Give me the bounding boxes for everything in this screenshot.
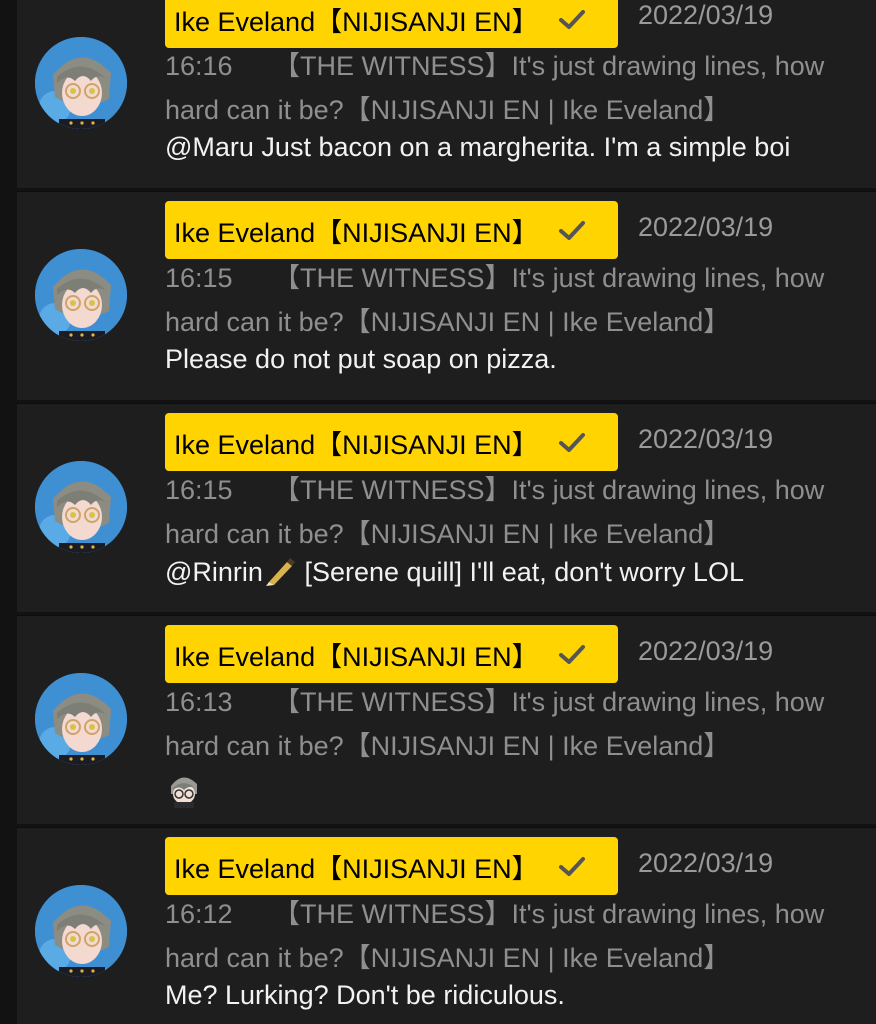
message-text: Please do not put soap on pizza. (165, 344, 557, 374)
message-text: Me? Lurking? Don't be ridiculous. (165, 980, 565, 1010)
avatar[interactable] (35, 885, 127, 977)
message-text: @Maru Just bacon on a margherita. I'm a … (165, 132, 791, 162)
avatar[interactable] (35, 673, 127, 765)
message-time: 16:16 (165, 51, 233, 81)
avatar-portrait-icon (35, 673, 127, 765)
author-badge[interactable]: Ike Eveland【NIJISANJI EN】 (165, 413, 618, 471)
author-badge[interactable]: Ike Eveland【NIJISANJI EN】 (165, 837, 618, 895)
check-icon (558, 221, 585, 240)
author-name: Ike Eveland【NIJISANJI EN】 (174, 6, 539, 37)
avatar-portrait-icon (35, 37, 127, 129)
avatar[interactable] (35, 249, 127, 341)
message-time: 16:15 (165, 263, 233, 293)
check-icon (558, 10, 585, 29)
avatar-portrait-icon (35, 461, 127, 553)
sticker-message (165, 770, 203, 815)
avatar-portrait-icon (35, 249, 127, 341)
check-icon (558, 857, 585, 876)
stream-meta[interactable]: 16:15 【THE WITNESS】It's just drawing line… (165, 256, 824, 295)
author-name: Ike Eveland【NIJISANJI EN】 (174, 217, 539, 248)
author-badge[interactable]: Ike Eveland【NIJISANJI EN】 (165, 0, 618, 48)
stream-meta[interactable]: 16:12 【THE WITNESS】It's just drawing line… (165, 892, 824, 931)
message-time: 16:13 (165, 687, 233, 717)
mention-text: @Rinrin (165, 557, 263, 587)
avatar[interactable] (35, 461, 127, 553)
fountain-pen-icon (265, 558, 295, 586)
stream-title-line-1: 【THE WITNESS】It's just drawing lines, ho… (273, 263, 825, 293)
author-name: Ike Eveland【NIJISANJI EN】 (174, 641, 539, 672)
message-date: 2022/03/19 (638, 636, 774, 666)
stream-meta[interactable]: 16:15 【THE WITNESS】It's just drawing line… (165, 468, 824, 507)
stream-title-line-1: 【THE WITNESS】It's just drawing lines, ho… (273, 51, 825, 81)
message-card[interactable]: Ike Eveland【NIJISANJI EN】 2022/03/19 16:… (17, 192, 876, 400)
check-icon (558, 645, 585, 664)
stream-title-line-2[interactable]: hard can it be?【NIJISANJI EN | Ike Evela… (165, 300, 730, 339)
avatar-portrait-icon (35, 885, 127, 977)
stream-title-line-1: 【THE WITNESS】It's just drawing lines, ho… (273, 899, 825, 929)
message-card[interactable]: Ike Eveland【NIJISANJI EN】 2022/03/19 16:… (17, 0, 876, 188)
message-time: 16:15 (165, 475, 233, 505)
message-time: 16:12 (165, 899, 233, 929)
ike-emote-sticker-icon (171, 777, 197, 808)
stream-title-line-2[interactable]: hard can it be?【NIJISANJI EN | Ike Evela… (165, 936, 730, 975)
stream-meta[interactable]: 16:16 【THE WITNESS】It's just drawing line… (165, 44, 824, 83)
message-remainder: [Serene quill] I'll eat, don't worry LOL (296, 557, 744, 587)
message-card[interactable]: Ike Eveland【NIJISANJI EN】 2022/03/19 16:… (17, 404, 876, 612)
stream-title-line-2[interactable]: hard can it be?【NIJISANJI EN | Ike Evela… (165, 512, 730, 551)
author-name: Ike Eveland【NIJISANJI EN】 (174, 853, 539, 884)
stream-title-line-2[interactable]: hard can it be?【NIJISANJI EN | Ike Evela… (165, 88, 730, 127)
message-date: 2022/03/19 (638, 424, 774, 454)
message-date: 2022/03/19 (638, 848, 774, 878)
message-date: 2022/03/19 (638, 212, 774, 242)
avatar[interactable] (35, 37, 127, 129)
message-date: 2022/03/19 (638, 0, 774, 30)
chat-history-screen: Ike Eveland【NIJISANJI EN】 2022/03/19 16:… (0, 0, 876, 1024)
message-text: @Rinrin [Serene quill] I'll eat, don't w… (165, 556, 744, 588)
stream-title-line-1: 【THE WITNESS】It's just drawing lines, ho… (273, 475, 825, 505)
check-icon (558, 433, 585, 452)
author-name: Ike Eveland【NIJISANJI EN】 (174, 429, 539, 460)
stream-meta[interactable]: 16:13 【THE WITNESS】It's just drawing line… (165, 680, 824, 719)
author-badge[interactable]: Ike Eveland【NIJISANJI EN】 (165, 201, 618, 259)
stream-title-line-1: 【THE WITNESS】It's just drawing lines, ho… (273, 687, 825, 717)
message-card[interactable]: Ike Eveland【NIJISANJI EN】 2022/03/19 16:… (17, 616, 876, 824)
stream-title-line-2[interactable]: hard can it be?【NIJISANJI EN | Ike Evela… (165, 724, 730, 763)
author-badge[interactable]: Ike Eveland【NIJISANJI EN】 (165, 625, 618, 683)
message-card[interactable]: Ike Eveland【NIJISANJI EN】 2022/03/19 16:… (17, 828, 876, 1024)
